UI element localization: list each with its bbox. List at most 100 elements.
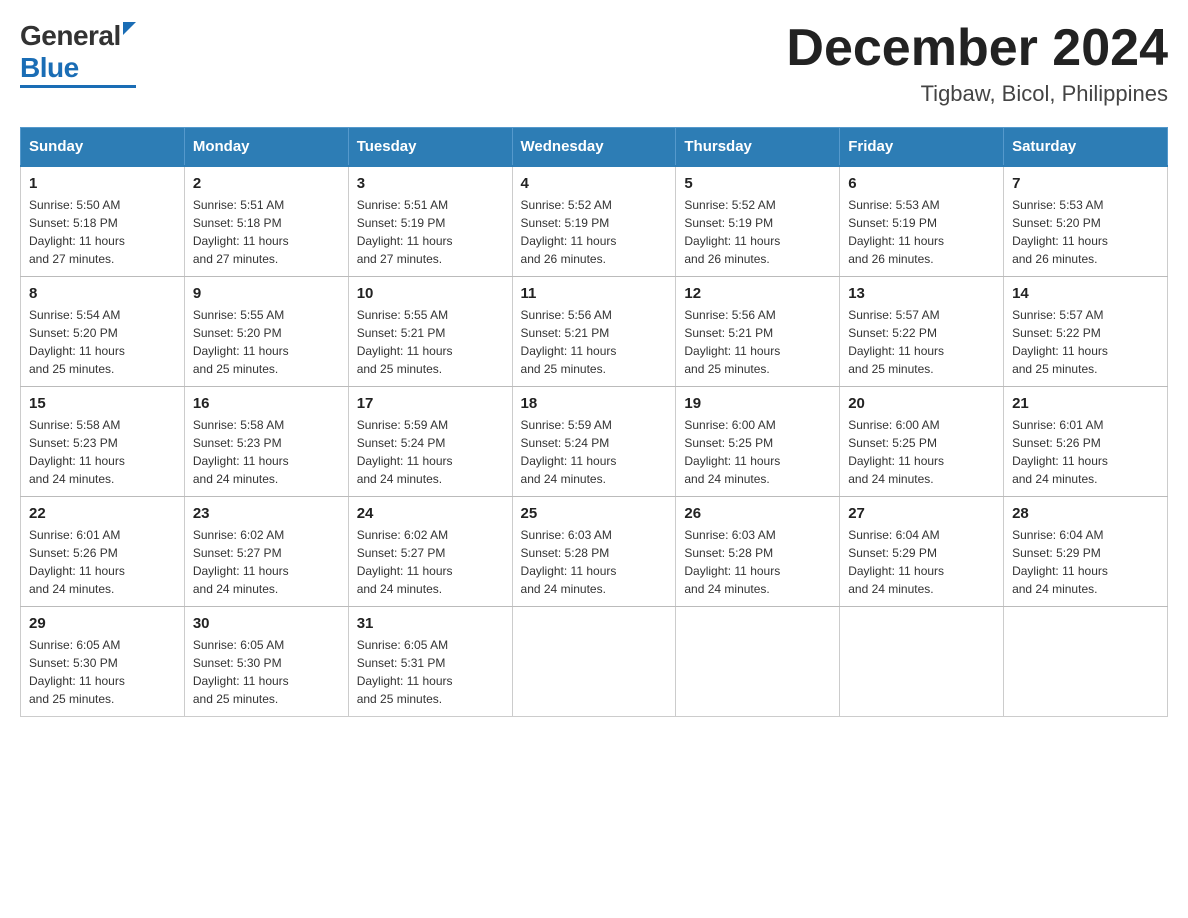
day-number: 12 xyxy=(684,285,831,302)
day-info: Sunrise: 6:03 AMSunset: 5:28 PMDaylight:… xyxy=(684,526,831,598)
day-info: Sunrise: 5:51 AMSunset: 5:18 PMDaylight:… xyxy=(193,196,340,268)
header-saturday: Saturday xyxy=(1004,128,1168,167)
calendar-week-row: 29 Sunrise: 6:05 AMSunset: 5:30 PMDayligh… xyxy=(21,607,1168,717)
day-info: Sunrise: 5:52 AMSunset: 5:19 PMDaylight:… xyxy=(684,196,831,268)
title-section: December 2024 Tigbaw, Bicol, Philippines xyxy=(786,20,1168,107)
table-row: 10 Sunrise: 5:55 AMSunset: 5:21 PMDayligh… xyxy=(348,277,512,387)
day-number: 24 xyxy=(357,505,504,522)
table-row: 28 Sunrise: 6:04 AMSunset: 5:29 PMDayligh… xyxy=(1004,497,1168,607)
day-number: 29 xyxy=(29,615,176,632)
table-row: 22 Sunrise: 6:01 AMSunset: 5:26 PMDayligh… xyxy=(21,497,185,607)
day-number: 11 xyxy=(521,285,668,302)
table-row: 7Sunrise: 5:53 AMSunset: 5:20 PMDaylight… xyxy=(1004,166,1168,277)
table-row: 24 Sunrise: 6:02 AMSunset: 5:27 PMDayligh… xyxy=(348,497,512,607)
header-thursday: Thursday xyxy=(676,128,840,167)
day-info: Sunrise: 5:52 AMSunset: 5:19 PMDaylight:… xyxy=(521,196,668,268)
table-row: 4 Sunrise: 5:52 AMSunset: 5:19 PMDaylight… xyxy=(512,166,676,277)
day-info: Sunrise: 6:02 AMSunset: 5:27 PMDaylight:… xyxy=(193,526,340,598)
table-row: 25 Sunrise: 6:03 AMSunset: 5:28 PMDayligh… xyxy=(512,497,676,607)
day-number: 10 xyxy=(357,285,504,302)
day-info: Sunrise: 5:57 AMSunset: 5:22 PMDaylight:… xyxy=(848,306,995,378)
header-sunday: Sunday xyxy=(21,128,185,167)
day-number: 26 xyxy=(684,505,831,522)
day-number: 18 xyxy=(521,395,668,412)
location-title: Tigbaw, Bicol, Philippines xyxy=(786,81,1168,107)
day-number: 22 xyxy=(29,505,176,522)
month-title: December 2024 xyxy=(786,20,1168,77)
day-number: 2 xyxy=(193,175,340,192)
day-info: Sunrise: 6:00 AMSunset: 5:25 PMDaylight:… xyxy=(848,416,995,488)
table-row: 16 Sunrise: 5:58 AMSunset: 5:23 PMDayligh… xyxy=(184,387,348,497)
day-number: 15 xyxy=(29,395,176,412)
day-number: 13 xyxy=(848,285,995,302)
header-monday: Monday xyxy=(184,128,348,167)
day-info: Sunrise: 5:56 AMSunset: 5:21 PMDaylight:… xyxy=(521,306,668,378)
day-number: 16 xyxy=(193,395,340,412)
table-row: 11 Sunrise: 5:56 AMSunset: 5:21 PMDayligh… xyxy=(512,277,676,387)
day-info: Sunrise: 5:59 AMSunset: 5:24 PMDaylight:… xyxy=(521,416,668,488)
table-row xyxy=(840,607,1004,717)
day-info: Sunrise: 5:50 AMSunset: 5:18 PMDaylight:… xyxy=(29,196,176,268)
calendar-week-row: 22 Sunrise: 6:01 AMSunset: 5:26 PMDayligh… xyxy=(21,497,1168,607)
table-row: 30Sunrise: 6:05 AMSunset: 5:30 PMDayligh… xyxy=(184,607,348,717)
header-tuesday: Tuesday xyxy=(348,128,512,167)
table-row: 20 Sunrise: 6:00 AMSunset: 5:25 PMDayligh… xyxy=(840,387,1004,497)
day-number: 6 xyxy=(848,175,995,192)
day-info: Sunrise: 5:54 AMSunset: 5:20 PMDaylight:… xyxy=(29,306,176,378)
table-row: 26 Sunrise: 6:03 AMSunset: 5:28 PMDayligh… xyxy=(676,497,840,607)
logo: General Blue xyxy=(20,20,136,88)
table-row: 31 Sunrise: 6:05 AMSunset: 5:31 PMDayligh… xyxy=(348,607,512,717)
day-info: Sunrise: 6:04 AMSunset: 5:29 PMDaylight:… xyxy=(1012,526,1159,598)
day-info: Sunrise: 5:55 AMSunset: 5:20 PMDaylight:… xyxy=(193,306,340,378)
table-row xyxy=(1004,607,1168,717)
calendar-header-row: Sunday Monday Tuesday Wednesday Thursday… xyxy=(21,128,1168,167)
day-info: Sunrise: 5:58 AMSunset: 5:23 PMDaylight:… xyxy=(193,416,340,488)
table-row: 8 Sunrise: 5:54 AMSunset: 5:20 PMDaylight… xyxy=(21,277,185,387)
day-number: 7 xyxy=(1012,175,1159,192)
table-row: 29 Sunrise: 6:05 AMSunset: 5:30 PMDayligh… xyxy=(21,607,185,717)
table-row: 3Sunrise: 5:51 AMSunset: 5:19 PMDaylight… xyxy=(348,166,512,277)
day-number: 9 xyxy=(193,285,340,302)
day-info: Sunrise: 5:56 AMSunset: 5:21 PMDaylight:… xyxy=(684,306,831,378)
day-info: Sunrise: 5:59 AMSunset: 5:24 PMDaylight:… xyxy=(357,416,504,488)
day-number: 27 xyxy=(848,505,995,522)
day-info: Sunrise: 6:05 AMSunset: 5:30 PMDaylight:… xyxy=(29,636,176,708)
day-info: Sunrise: 5:57 AMSunset: 5:22 PMDaylight:… xyxy=(1012,306,1159,378)
day-info: Sunrise: 6:05 AMSunset: 5:31 PMDaylight:… xyxy=(357,636,504,708)
table-row: 12 Sunrise: 5:56 AMSunset: 5:21 PMDayligh… xyxy=(676,277,840,387)
day-number: 19 xyxy=(684,395,831,412)
day-number: 31 xyxy=(357,615,504,632)
day-number: 23 xyxy=(193,505,340,522)
page-header: General Blue December 2024 Tigbaw, Bicol… xyxy=(20,20,1168,107)
table-row: 9 Sunrise: 5:55 AMSunset: 5:20 PMDaylight… xyxy=(184,277,348,387)
day-info: Sunrise: 6:03 AMSunset: 5:28 PMDaylight:… xyxy=(521,526,668,598)
day-number: 17 xyxy=(357,395,504,412)
table-row: 14 Sunrise: 5:57 AMSunset: 5:22 PMDayligh… xyxy=(1004,277,1168,387)
day-number: 8 xyxy=(29,285,176,302)
day-info: Sunrise: 6:02 AMSunset: 5:27 PMDaylight:… xyxy=(357,526,504,598)
day-info: Sunrise: 5:53 AMSunset: 5:19 PMDaylight:… xyxy=(848,196,995,268)
day-number: 4 xyxy=(521,175,668,192)
day-info: Sunrise: 5:55 AMSunset: 5:21 PMDaylight:… xyxy=(357,306,504,378)
day-number: 25 xyxy=(521,505,668,522)
day-info: Sunrise: 5:58 AMSunset: 5:23 PMDaylight:… xyxy=(29,416,176,488)
day-number: 14 xyxy=(1012,285,1159,302)
calendar-table: Sunday Monday Tuesday Wednesday Thursday… xyxy=(20,127,1168,717)
table-row xyxy=(676,607,840,717)
table-row: 21Sunrise: 6:01 AMSunset: 5:26 PMDayligh… xyxy=(1004,387,1168,497)
day-number: 28 xyxy=(1012,505,1159,522)
day-info: Sunrise: 6:04 AMSunset: 5:29 PMDaylight:… xyxy=(848,526,995,598)
table-row: 19Sunrise: 6:00 AMSunset: 5:25 PMDayligh… xyxy=(676,387,840,497)
calendar-week-row: 8 Sunrise: 5:54 AMSunset: 5:20 PMDaylight… xyxy=(21,277,1168,387)
day-info: Sunrise: 6:01 AMSunset: 5:26 PMDaylight:… xyxy=(29,526,176,598)
logo-blue-text: Blue xyxy=(20,52,79,84)
header-friday: Friday xyxy=(840,128,1004,167)
calendar-week-row: 1Sunrise: 5:50 AMSunset: 5:18 PMDaylight… xyxy=(21,166,1168,277)
day-number: 20 xyxy=(848,395,995,412)
table-row xyxy=(512,607,676,717)
day-number: 30 xyxy=(193,615,340,632)
table-row: 1Sunrise: 5:50 AMSunset: 5:18 PMDaylight… xyxy=(21,166,185,277)
table-row: 17 Sunrise: 5:59 AMSunset: 5:24 PMDayligh… xyxy=(348,387,512,497)
day-number: 3 xyxy=(357,175,504,192)
day-number: 5 xyxy=(684,175,831,192)
